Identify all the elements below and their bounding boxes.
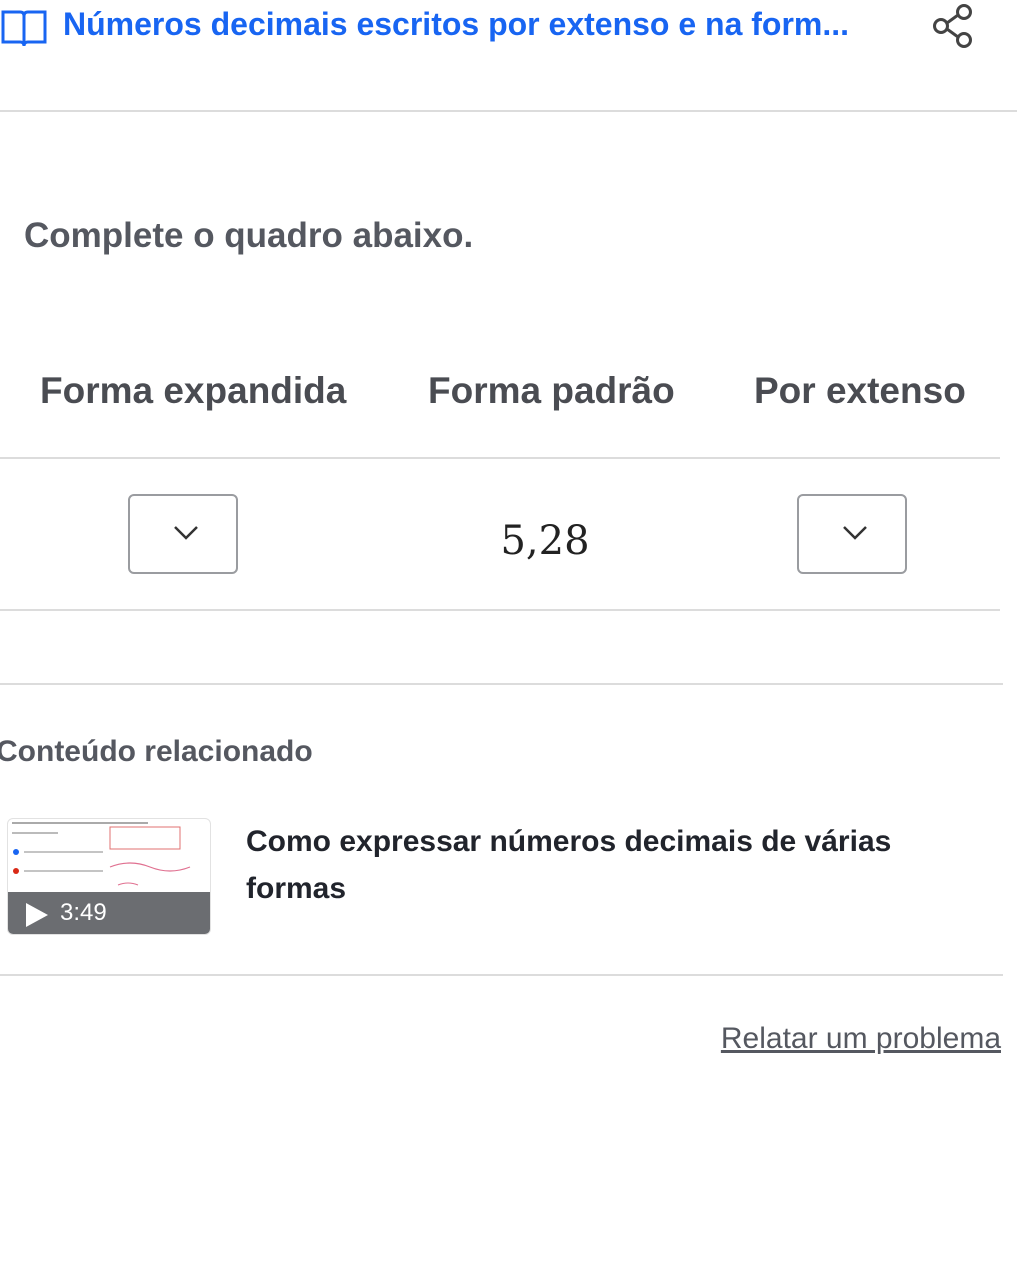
table-bottom-divider bbox=[0, 609, 1000, 611]
expanded-form-dropdown[interactable] bbox=[128, 494, 238, 574]
exercise-prompt: Complete o quadro abaixo. bbox=[24, 216, 474, 255]
standard-form-value: 5,28 bbox=[500, 518, 590, 564]
report-problem-link[interactable]: Relatar um problema bbox=[721, 1022, 1001, 1056]
section-divider bbox=[0, 683, 1003, 685]
column-header-standard: Forma padrão bbox=[428, 370, 675, 411]
column-header-expanded: Forma expandida bbox=[40, 370, 347, 411]
table-header-divider bbox=[0, 457, 1000, 459]
header-divider bbox=[0, 110, 1017, 112]
column-header-words: Por extenso bbox=[754, 370, 966, 411]
share-icon[interactable] bbox=[930, 2, 976, 50]
book-open-icon bbox=[1, 10, 47, 47]
word-form-dropdown[interactable] bbox=[797, 494, 907, 574]
chevron-down-icon bbox=[843, 526, 867, 540]
video-duration: 3:49 bbox=[60, 899, 107, 926]
play-icon bbox=[26, 903, 48, 927]
page-title: Números decimais escritos por extenso e … bbox=[63, 6, 850, 42]
video-thumbnail[interactable]: 3:49 bbox=[7, 818, 211, 935]
chevron-down-icon bbox=[174, 526, 198, 540]
related-divider bbox=[0, 974, 1003, 976]
video-preview-image bbox=[12, 822, 191, 886]
related-content-heading: Conteúdo relacionado bbox=[0, 735, 313, 768]
related-video-title[interactable]: Como expressar números decimais de vária… bbox=[246, 818, 936, 912]
header-bar: Números decimais escritos por extenso e … bbox=[0, 0, 1017, 112]
